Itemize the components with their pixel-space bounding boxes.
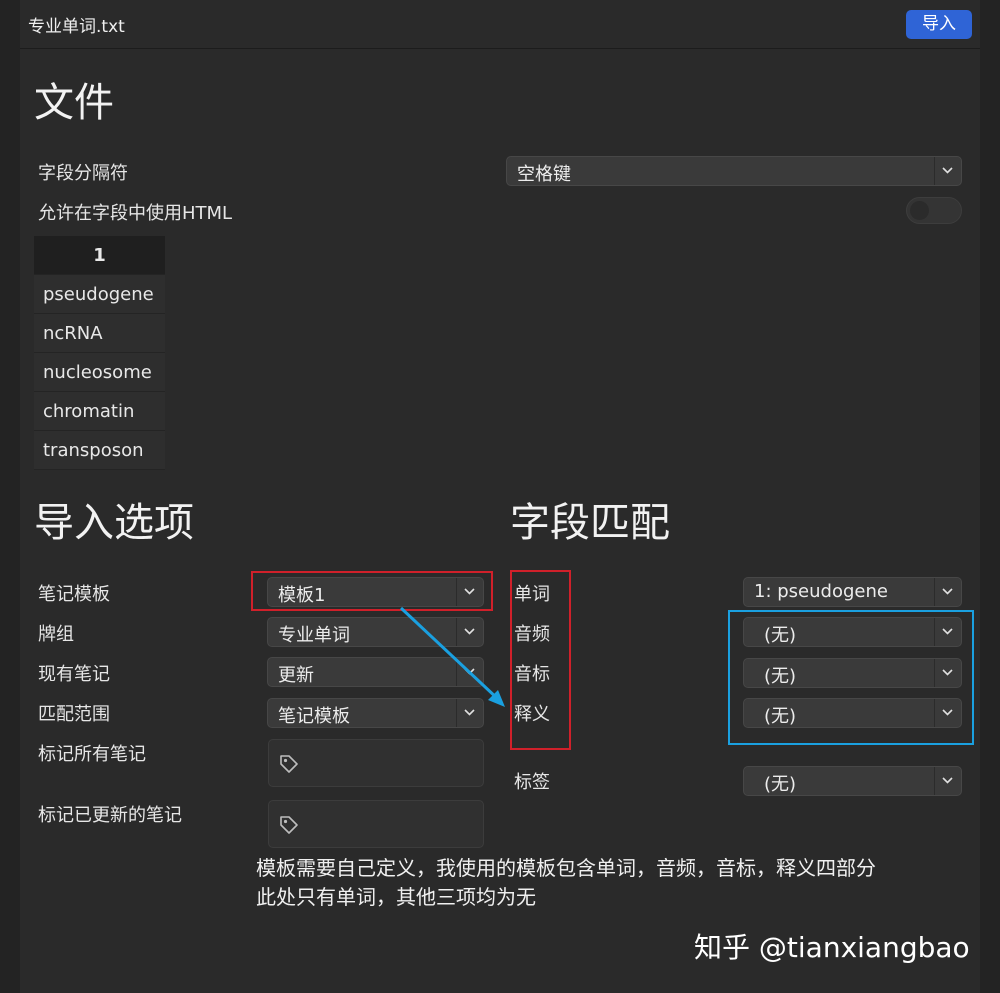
allow-html-label: 允许在字段中使用HTML: [38, 203, 233, 224]
tag-icon: [280, 755, 298, 773]
separator-value: 空格键: [517, 164, 571, 185]
deck-value: 专业单词: [278, 625, 350, 646]
fields-highlight-box: [510, 570, 571, 750]
field-word-value: 1: pseudogene: [754, 581, 888, 602]
preview-column-header: 1: [34, 236, 165, 275]
preview-table: 1 pseudogene ncRNA nucleosome chromatin …: [34, 236, 165, 470]
import-button[interactable]: 导入: [906, 10, 972, 39]
tags-select[interactable]: (无): [743, 766, 962, 796]
notetype-label: 笔记模板: [38, 584, 110, 605]
match-scope-label: 匹配范围: [38, 704, 110, 725]
file-title: 专业单词.txt: [28, 17, 125, 37]
separator-label: 字段分隔符: [38, 163, 128, 184]
deck-label: 牌组: [38, 624, 74, 645]
field-mapping-title: 字段匹配: [510, 500, 670, 546]
existing-notes-label: 现有笔记: [38, 664, 110, 685]
file-section-title: 文件: [34, 80, 114, 126]
annotation-arrow: [399, 606, 505, 707]
match-scope-value: 笔记模板: [278, 706, 350, 727]
tags-label: 标签: [514, 772, 550, 793]
separator-select[interactable]: 空格键: [506, 156, 962, 186]
tag-updated-label: 标记已更新的笔记: [38, 805, 182, 826]
watermark: 知乎 @tianxiangbao: [694, 931, 970, 964]
annotation-note-line2: 此处只有单词，其他三项均为无: [256, 885, 536, 909]
allow-html-toggle[interactable]: [906, 197, 962, 224]
empty-fields-highlight-box: [728, 610, 974, 745]
chevron-down-icon: [934, 157, 961, 185]
chevron-down-icon: [934, 767, 961, 795]
import-options-title: 导入选项: [34, 500, 194, 546]
tag-all-label: 标记所有笔记: [38, 744, 146, 765]
preview-cell: nucleosome: [34, 352, 165, 392]
preview-cell: ncRNA: [34, 313, 165, 353]
tag-all-input[interactable]: [268, 739, 484, 787]
tags-value: (无): [764, 774, 797, 795]
chevron-down-icon: [934, 578, 961, 606]
existing-notes-value: 更新: [278, 665, 314, 686]
toggle-knob: [910, 201, 929, 220]
preview-cell: chromatin: [34, 391, 165, 431]
annotation-note-line1: 模板需要自己定义，我使用的模板包含单词，音频，音标，释义四部分: [256, 856, 876, 880]
title-bar: 专业单词.txt 导入: [20, 0, 980, 49]
tag-icon: [280, 816, 298, 834]
field-word-select[interactable]: 1: pseudogene: [743, 577, 962, 607]
preview-cell: transposon: [34, 430, 165, 470]
preview-cell: pseudogene: [34, 274, 165, 314]
tag-updated-input[interactable]: [268, 800, 484, 848]
